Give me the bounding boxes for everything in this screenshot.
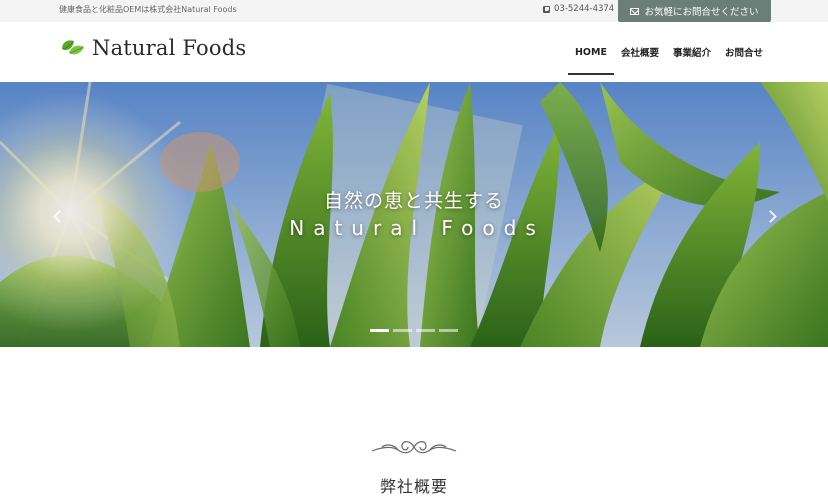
slider-dot-4[interactable] [439,329,458,332]
contact-button[interactable]: お気軽にお問合せください [618,0,771,22]
slider-prev-arrow-icon[interactable] [52,206,66,226]
hero-title-en: Natural Foods [289,216,545,240]
leaf-logo-icon [62,40,84,55]
slider-next-arrow-icon[interactable] [763,206,777,226]
slider-dot-3[interactable] [416,329,435,332]
site-tagline: 健康食品と化粧品OEMは株式会社Natural Foods [59,5,237,14]
slider-dot-2[interactable] [393,329,412,332]
phone-number[interactable]: 03-5244-4374 [543,4,614,14]
site-header: Natural Foods HOME 会社概要 事業紹介 お問合せ [0,22,828,82]
contact-button-label: お気軽にお問合せください [644,7,759,18]
slider-dot-1[interactable] [370,329,389,332]
nav-company[interactable]: 会社概要 [614,29,666,75]
nav-contact[interactable]: お問合せ [718,29,770,75]
main-nav: HOME 会社概要 事業紹介 お問合せ [567,22,770,82]
logo-text: Natural Foods [92,36,247,60]
phone-icon [543,5,550,13]
hero-background-image [0,82,828,347]
nav-home[interactable]: HOME [567,29,614,75]
nav-business[interactable]: 事業紹介 [666,29,718,75]
flourish-ornament-icon [371,441,457,454]
mail-icon [630,7,640,15]
top-utility-bar: 健康食品と化粧品OEMは株式会社Natural Foods 03-5244-43… [0,0,828,22]
hero-slider: 自然の恵と共生する Natural Foods [0,82,828,347]
site-logo[interactable]: Natural Foods [60,36,246,60]
section-title: 弊社概要 [379,477,448,496]
slider-pagination [370,329,458,332]
phone-number-text: 03-5244-4374 [554,4,615,14]
hero-title-jp: 自然の恵と共生する [323,190,504,212]
